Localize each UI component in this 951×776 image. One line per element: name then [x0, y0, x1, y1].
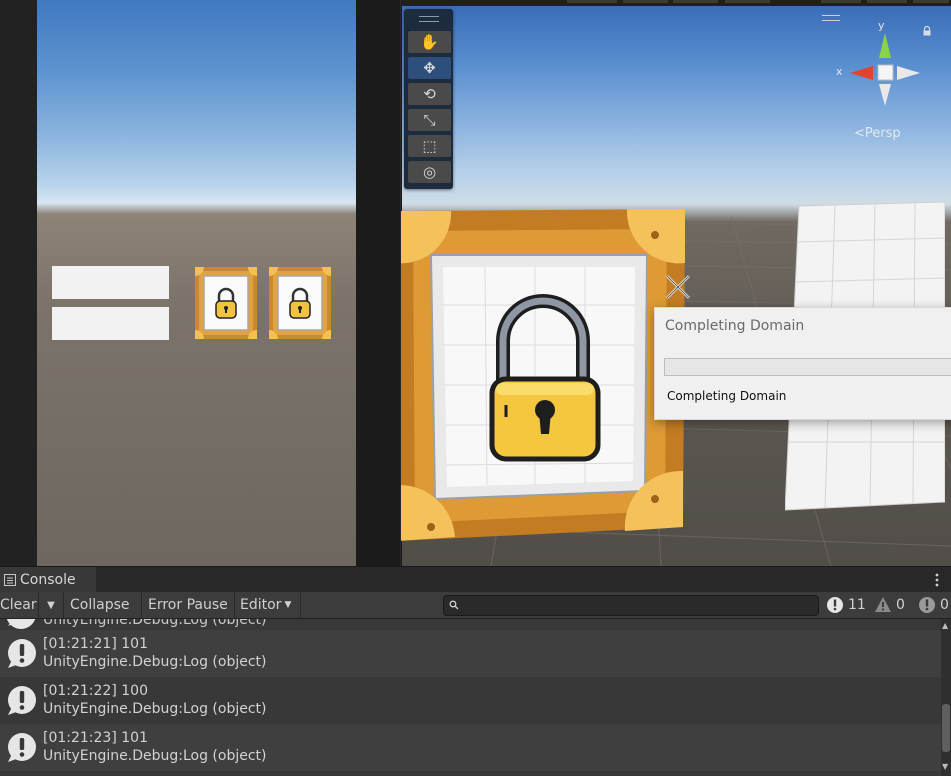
search-icon: [449, 600, 459, 610]
move-tool-button[interactable]: ✥: [408, 57, 451, 79]
clear-button[interactable]: Clear: [0, 592, 39, 618]
rect-tool-button[interactable]: ⬚: [408, 135, 451, 157]
info-icon: [8, 686, 36, 715]
error-pause-toggle[interactable]: Error Pause: [142, 592, 235, 618]
console-icon: [4, 574, 16, 586]
log-source: UnityEngine.Debug:Log (object): [43, 748, 267, 764]
console-toolbar: Clear ▼ Collapse Error Pause Editor ▼ 11…: [0, 592, 951, 619]
info-icon: [6, 619, 36, 629]
rotate-icon: ⟲: [423, 85, 436, 103]
scene-tool-palette: ✋ ✥ ⟲ ⤡ ⬚ ◎: [404, 9, 453, 189]
error-count-toggle[interactable]: 0: [918, 595, 949, 615]
console-window: Console Clear ▼ Collapse Error Pause Edi…: [0, 566, 951, 776]
log-message: [01:21:23] 101: [43, 730, 148, 746]
info-icon: [8, 639, 36, 668]
log-message: [01:21:22] 100: [43, 683, 148, 699]
locked-frame-thumbnail-1: [195, 267, 257, 339]
chevron-down-icon: ▼: [284, 600, 292, 610]
game-view-letterbox-left: [0, 0, 37, 566]
warning-count-toggle[interactable]: 0: [874, 595, 905, 615]
info-icon: [827, 597, 843, 613]
game-view-letterbox-right: [356, 0, 400, 566]
info-icon: [8, 733, 36, 762]
persp-arrow-icon: <: [854, 126, 865, 141]
warning-count: 0: [896, 597, 905, 613]
scale-tool-button[interactable]: ⤡: [408, 109, 451, 131]
chevron-down-icon: ▼: [47, 599, 55, 611]
dialog-message: Completing Domain: [667, 389, 787, 403]
editor-dropdown[interactable]: Editor ▼: [235, 592, 301, 618]
game-ui-panel-top: [52, 266, 169, 299]
error-count: 0: [940, 597, 949, 613]
console-log-row[interactable]: [01:21:23] 101 UnityEngine.Debug:Log (ob…: [0, 724, 941, 771]
warning-icon: [875, 597, 891, 612]
clear-options-dropdown[interactable]: ▼: [39, 592, 64, 618]
scroll-down-icon[interactable]: ▼: [942, 762, 948, 771]
log-source: UnityEngine.Debug:Log (object): [43, 701, 267, 717]
log-message: [01:21:21] 101: [43, 636, 148, 652]
console-tab-bar: Console: [0, 566, 951, 593]
log-source: UnityEngine.Debug:Log (object): [43, 654, 267, 670]
editor-label: Editor: [240, 597, 282, 613]
projection-toggle[interactable]: <Persp: [854, 126, 901, 141]
collapse-label: Collapse: [70, 597, 130, 613]
console-log-row[interactable]: [01:21:21] 101 UnityEngine.Debug:Log (ob…: [0, 630, 941, 677]
locked-frame-thumbnail-2: [269, 267, 331, 339]
console-log-row-partial[interactable]: UnityEngine.Debug:Log (object): [0, 619, 941, 630]
scroll-up-icon[interactable]: ▲: [942, 621, 948, 630]
log-count-toggle[interactable]: 11: [826, 595, 866, 615]
scene-locked-frame: [401, 209, 685, 541]
hand-tool-button[interactable]: ✋: [408, 31, 451, 53]
game-ui-panel-bottom: [52, 307, 169, 340]
orientation-gizmo[interactable]: y x: [828, 18, 938, 113]
console-search-field[interactable]: [443, 595, 819, 616]
scale-icon: ⤡: [423, 111, 436, 129]
grip-icon[interactable]: [419, 16, 439, 22]
console-scrollbar[interactable]: ▲ ▼: [941, 619, 951, 776]
error-pause-label: Error Pause: [148, 597, 228, 613]
move-icon: ✥: [423, 59, 436, 77]
console-tab-label: Console: [20, 572, 76, 588]
progress-dialog: Completing Domain Completing Domain: [654, 307, 951, 420]
game-screen[interactable]: [37, 0, 356, 566]
console-log-row[interactable]: [01:21:22] 100 UnityEngine.Debug:Log (ob…: [0, 677, 941, 724]
error-icon: [919, 597, 935, 613]
kebab-menu-icon[interactable]: [935, 573, 939, 587]
tab-console[interactable]: Console: [0, 567, 96, 593]
console-scroll-thumb[interactable]: [942, 704, 950, 752]
persp-label: Persp: [864, 126, 901, 141]
game-view-panel: [0, 0, 400, 566]
progress-bar: [664, 358, 951, 376]
rotate-tool-button[interactable]: ⟲: [408, 83, 451, 105]
gizmo-axes: [850, 33, 920, 106]
dialog-title: Completing Domain: [665, 318, 805, 334]
log-count: 11: [848, 597, 866, 613]
transform-icon: ◎: [422, 163, 437, 181]
hand-icon: ✋: [420, 33, 439, 51]
scene-pivot-handle[interactable]: [663, 272, 693, 302]
rect-icon: ⬚: [422, 137, 437, 155]
transform-tool-button[interactable]: ◎: [408, 161, 451, 183]
log-source-partial: UnityEngine.Debug:Log (object): [43, 619, 267, 628]
clear-label: Clear: [0, 597, 37, 613]
collapse-toggle[interactable]: Collapse: [64, 592, 142, 618]
